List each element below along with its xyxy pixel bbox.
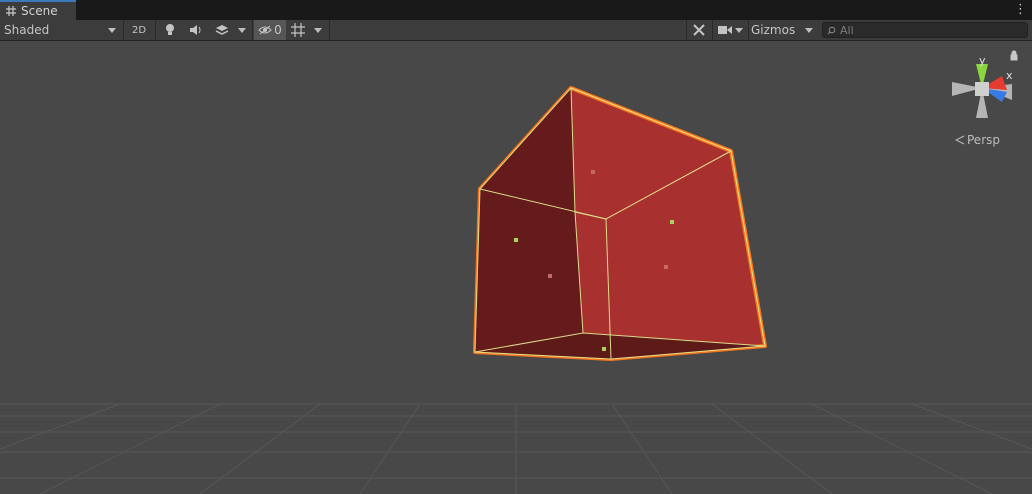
grid-toggle-button[interactable]	[289, 20, 307, 40]
cube-vertex-marker	[602, 347, 606, 351]
selected-cube[interactable]	[473, 86, 767, 361]
divider	[329, 20, 330, 40]
tab-label: Scene	[21, 4, 58, 18]
cube-vertex-marker	[514, 238, 518, 242]
grid-icon	[291, 23, 305, 37]
tools-button[interactable]	[689, 20, 709, 40]
gizmos-label: Gizmos	[751, 23, 796, 37]
layers-icon	[215, 25, 229, 35]
scene-canvas: y x	[0, 50, 1032, 494]
speaker-icon	[190, 25, 201, 35]
cube-vertex-marker	[670, 220, 674, 224]
lock-icon	[1010, 50, 1018, 61]
grid-dropdown[interactable]	[314, 20, 326, 40]
effects-toggle-button[interactable]	[212, 20, 232, 40]
search-placeholder: All	[840, 23, 854, 37]
gizmos-dropdown[interactable]: Gizmos	[751, 20, 815, 40]
orientation-gizmo[interactable]: y x	[952, 50, 1018, 118]
camera-settings-button[interactable]	[715, 20, 735, 40]
gizmo-x-label: x	[1006, 69, 1013, 82]
wrench-icon	[693, 24, 705, 36]
2d-label: 2D	[131, 24, 147, 36]
cube-vertex-marker	[548, 274, 552, 278]
tab-scene[interactable]: Scene	[0, 0, 76, 20]
chevron-down-icon	[238, 27, 246, 33]
divider	[155, 20, 156, 40]
ground-grid	[0, 403, 1032, 494]
divider	[123, 20, 124, 40]
cube-vertex-marker	[591, 170, 595, 174]
chevron-down-icon	[735, 27, 743, 33]
divider	[686, 20, 687, 40]
hidden-count: 0	[274, 23, 282, 37]
scene-viewport[interactable]: y x	[0, 41, 1032, 494]
divider	[252, 20, 253, 40]
divider	[712, 20, 713, 40]
projection-label: Persp	[967, 133, 1000, 147]
hidden-objects-toggle-button[interactable]: 0	[254, 20, 286, 40]
camera-dropdown[interactable]	[735, 20, 747, 40]
draw-mode-dropdown[interactable]: Shaded	[4, 20, 118, 40]
perspective-icon	[955, 135, 965, 145]
lighting-toggle-button[interactable]	[161, 20, 179, 40]
gizmo-y-label: y	[979, 54, 986, 67]
2d-toggle-button[interactable]: 2D	[128, 20, 150, 40]
projection-toggle[interactable]: Persp	[955, 133, 1000, 147]
search-icon	[827, 26, 836, 34]
hidden-eye-icon	[258, 25, 272, 35]
camera-icon	[718, 26, 732, 34]
lightbulb-icon	[166, 24, 174, 35]
scene-toolbar: Shaded 2D 0 Gizmos All	[0, 20, 1032, 41]
scene-grid-icon	[6, 6, 16, 16]
chevron-down-icon	[314, 27, 322, 33]
chevron-down-icon	[805, 28, 813, 33]
cube-left-face	[475, 88, 583, 352]
audio-toggle-button[interactable]	[187, 20, 205, 40]
chevron-down-icon	[108, 28, 116, 33]
gizmo-center-cube	[975, 82, 989, 96]
divider	[748, 20, 749, 40]
cube-vertex-marker	[664, 265, 668, 269]
effects-dropdown[interactable]	[238, 20, 250, 40]
kebab-menu-icon[interactable]: ⋮	[1014, 2, 1027, 18]
tab-bar: Scene ⋮	[0, 0, 1032, 21]
search-field[interactable]: All	[822, 22, 1028, 38]
draw-mode-label: Shaded	[4, 23, 50, 37]
